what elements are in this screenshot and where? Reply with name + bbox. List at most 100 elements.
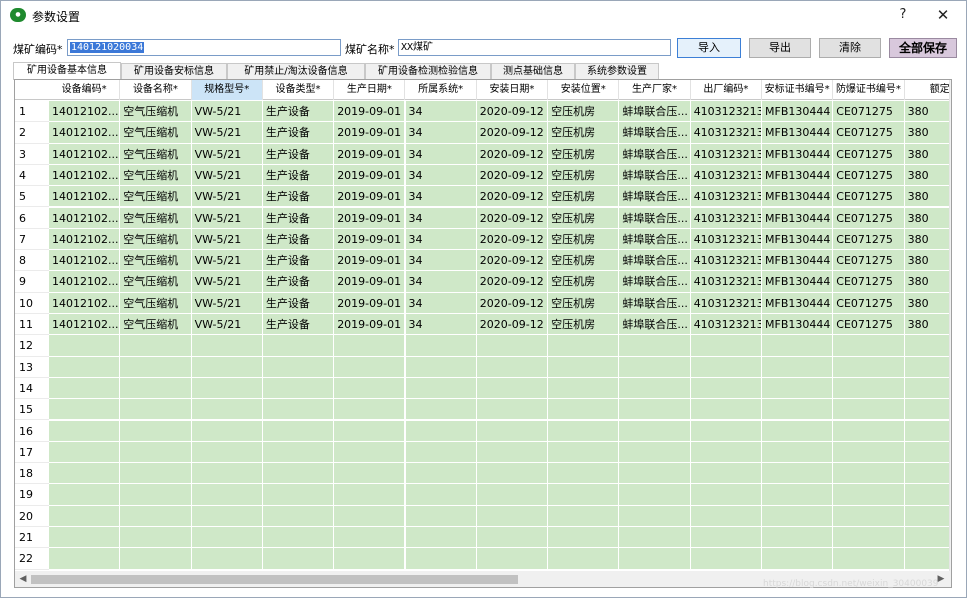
table-cell[interactable]	[762, 420, 834, 442]
tab-5[interactable]: 测点基础信息	[491, 63, 575, 79]
table-cell[interactable]	[833, 335, 905, 357]
table-cell[interactable]: 14012102...	[49, 143, 121, 165]
table-cell[interactable]	[476, 335, 549, 357]
scroll-up-icon[interactable]: ▲	[950, 80, 951, 97]
table-row[interactable]: 17	[15, 441, 951, 464]
table-cell[interactable]: 34	[405, 164, 477, 187]
table-cell[interactable]	[690, 356, 762, 378]
table-cell[interactable]: VW-5/21	[191, 314, 263, 336]
table-cell[interactable]: 2020-09-12	[476, 186, 549, 208]
table-cell[interactable]	[690, 441, 762, 464]
table-cell[interactable]	[619, 356, 691, 378]
tab-3[interactable]: 矿用禁止/淘汰设备信息	[227, 63, 365, 79]
table-row[interactable]: 19	[15, 484, 951, 506]
table-cell[interactable]: 空气压缩机	[120, 250, 192, 272]
column-header[interactable]: 安标证书编号*	[762, 80, 834, 100]
table-cell[interactable]	[334, 356, 406, 378]
table-cell[interactable]: 380	[904, 228, 951, 251]
table-cell[interactable]	[833, 377, 905, 400]
table-cell[interactable]: 2020-09-12	[476, 101, 549, 123]
column-header[interactable]: 生产厂家*	[619, 80, 691, 100]
table-cell[interactable]	[690, 527, 762, 549]
table-cell[interactable]	[904, 356, 951, 378]
table-cell[interactable]: 34	[405, 314, 477, 336]
column-header[interactable]: 规格型号*	[191, 80, 263, 100]
table-cell[interactable]	[833, 463, 905, 485]
table-cell[interactable]	[120, 356, 192, 378]
row-number[interactable]: 21	[15, 527, 49, 549]
table-cell[interactable]: 空气压缩机	[120, 143, 192, 165]
table-cell[interactable]: 2019-09-01	[334, 101, 406, 123]
table-cell[interactable]: 蚌埠联合压...	[619, 186, 691, 208]
column-header[interactable]: 防爆证书编号*	[833, 80, 905, 100]
table-cell[interactable]: MFB130444	[762, 250, 834, 272]
table-cell[interactable]: 380	[904, 250, 951, 272]
table-cell[interactable]	[904, 527, 951, 549]
table-cell[interactable]: VW-5/21	[191, 186, 263, 208]
table-cell[interactable]: 14012102...	[49, 250, 121, 272]
table-cell[interactable]	[619, 505, 691, 527]
table-cell[interactable]: 2019-09-01	[334, 207, 406, 229]
table-cell[interactable]	[833, 527, 905, 549]
table-cell[interactable]: VW-5/21	[191, 143, 263, 165]
table-cell[interactable]	[334, 527, 406, 549]
table-cell[interactable]: 空气压缩机	[120, 207, 192, 229]
table-cell[interactable]: CE071275	[833, 250, 905, 272]
table-cell[interactable]: 4103123213	[690, 271, 762, 293]
table-cell[interactable]	[49, 377, 121, 400]
horizontal-scroll-thumb[interactable]	[31, 575, 518, 584]
table-cell[interactable]	[904, 420, 951, 442]
table-cell[interactable]: 蚌埠联合压...	[619, 292, 691, 314]
table-cell[interactable]	[405, 399, 477, 421]
mine-code-input[interactable]: 140121020034	[67, 39, 341, 56]
table-cell[interactable]	[120, 548, 192, 570]
table-cell[interactable]	[405, 463, 477, 485]
table-cell[interactable]	[49, 505, 121, 527]
row-number[interactable]: 6	[15, 207, 49, 229]
table-cell[interactable]: 2019-09-01	[334, 250, 406, 272]
table-cell[interactable]	[262, 420, 335, 442]
table-cell[interactable]: 14012102...	[49, 101, 121, 123]
table-cell[interactable]	[191, 548, 263, 570]
table-cell[interactable]	[191, 420, 263, 442]
table-row[interactable]: 1 14012102... 空气压缩机 VW-5/21 生产设备 2019-09-01 34…	[15, 101, 951, 123]
table-cell[interactable]: MFB130444	[762, 101, 834, 123]
table-cell[interactable]: 2019-09-01	[334, 122, 406, 144]
row-number[interactable]: 15	[15, 399, 49, 421]
table-cell[interactable]: 生产设备	[262, 292, 335, 314]
table-cell[interactable]	[619, 484, 691, 506]
table-cell[interactable]: 空压机房	[548, 271, 620, 293]
row-number[interactable]: 11	[15, 314, 49, 336]
table-cell[interactable]: 蚌埠联合压...	[619, 250, 691, 272]
table-cell[interactable]: 14012102...	[49, 271, 121, 293]
table-cell[interactable]: 生产设备	[262, 101, 335, 123]
scroll-left-icon[interactable]: ◀	[15, 571, 31, 587]
table-cell[interactable]: 生产设备	[262, 250, 335, 272]
table-cell[interactable]: 2020-09-12	[476, 292, 549, 314]
table-cell[interactable]	[191, 356, 263, 378]
table-cell[interactable]	[405, 484, 477, 506]
table-cell[interactable]: 生产设备	[262, 122, 335, 144]
table-cell[interactable]	[619, 335, 691, 357]
table-cell[interactable]	[476, 420, 549, 442]
table-cell[interactable]: 蚌埠联合压...	[619, 314, 691, 336]
row-number[interactable]: 17	[15, 441, 49, 464]
table-cell[interactable]: 14012102...	[49, 292, 121, 314]
table-cell[interactable]: 4103123213	[690, 250, 762, 272]
table-cell[interactable]: CE071275	[833, 143, 905, 165]
tab-6[interactable]: 系统参数设置	[575, 63, 659, 79]
table-cell[interactable]	[762, 356, 834, 378]
table-cell[interactable]	[191, 463, 263, 485]
table-cell[interactable]: 空压机房	[548, 250, 620, 272]
table-cell[interactable]: CE071275	[833, 207, 905, 229]
table-cell[interactable]: VW-5/21	[191, 271, 263, 293]
table-cell[interactable]	[405, 527, 477, 549]
table-cell[interactable]	[762, 399, 834, 421]
table-cell[interactable]	[548, 484, 620, 506]
table-cell[interactable]: VW-5/21	[191, 207, 263, 229]
table-cell[interactable]	[619, 548, 691, 570]
table-cell[interactable]: MFB130444	[762, 164, 834, 187]
table-cell[interactable]	[762, 377, 834, 400]
table-cell[interactable]: 34	[405, 228, 477, 251]
row-number[interactable]: 1	[15, 101, 49, 123]
